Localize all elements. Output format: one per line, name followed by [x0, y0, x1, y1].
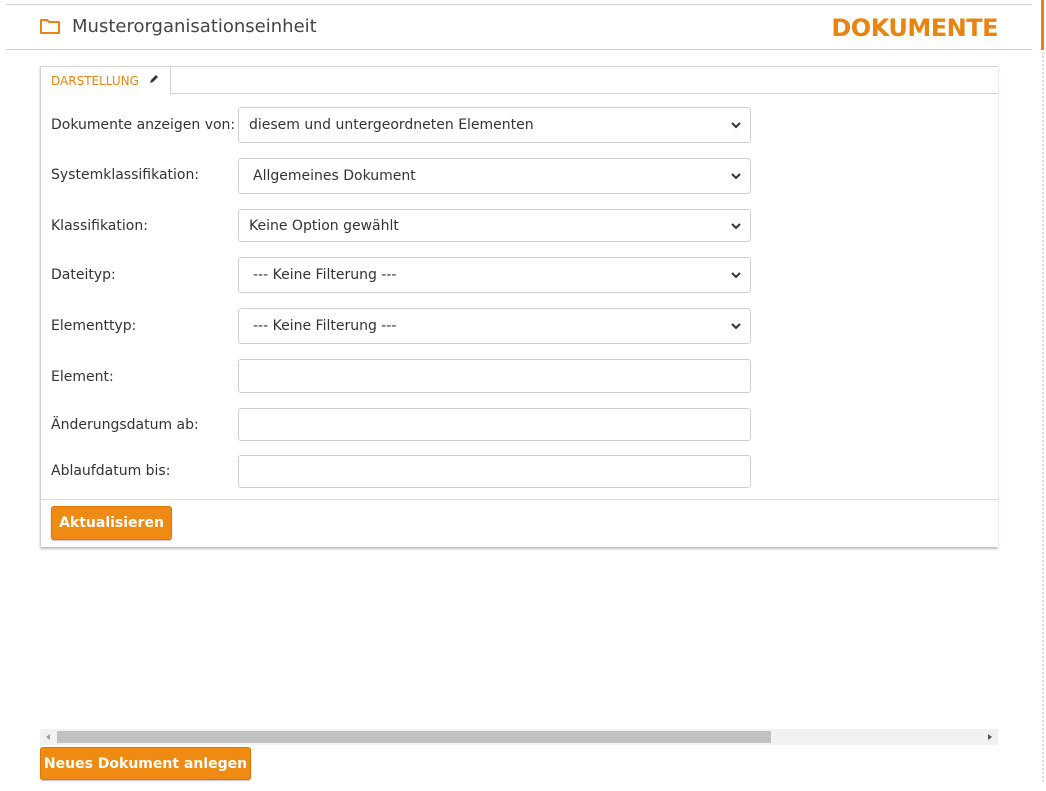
select-dateityp[interactable]: --- Keine Filterung ---	[238, 257, 751, 293]
label-systemklassifikation: Systemklassifikation:	[51, 167, 200, 183]
label-dateityp: Dateityp:	[51, 267, 116, 283]
page-title: DOKUMENTE	[831, 14, 998, 42]
right-rail-divider	[1042, 52, 1044, 782]
label-aenderungsdatum: Änderungsdatum ab:	[51, 417, 199, 433]
neues-dokument-button[interactable]: Neues Dokument anlegen	[40, 747, 251, 780]
select-value: diesem und untergeordneten Elementen	[249, 117, 534, 133]
panel-footer: Aktualisieren	[41, 499, 998, 547]
select-value: Allgemeines Dokument	[253, 168, 416, 184]
pencil-icon	[150, 75, 158, 83]
select-elementtyp[interactable]: --- Keine Filterung ---	[238, 308, 751, 344]
label-dokumente-anzeigen: Dokumente anzeigen von:	[51, 117, 236, 133]
scrollbar-thumb[interactable]	[57, 731, 771, 743]
tab-strip: DARSTELLUNG	[41, 67, 998, 95]
chevron-down-icon	[731, 122, 741, 129]
chevron-down-icon	[731, 173, 741, 180]
label-elementtyp: Elementtyp:	[51, 318, 137, 334]
chevron-down-icon	[731, 323, 741, 330]
scroll-right-arrow-icon[interactable]	[986, 733, 994, 741]
element-input[interactable]	[238, 359, 751, 393]
horizontal-scrollbar[interactable]	[40, 729, 998, 745]
filter-form: Dokumente anzeigen von: diesem und unter…	[41, 95, 998, 500]
org-unit-title: Musterorganisationseinheit	[72, 16, 317, 37]
tab-label: DARSTELLUNG	[51, 74, 139, 88]
label-ablaufdatum: Ablaufdatum bis:	[51, 463, 171, 479]
folder-icon	[40, 19, 60, 34]
select-klassifikation[interactable]: Keine Option gewählt	[238, 209, 751, 242]
label-element: Element:	[51, 369, 114, 385]
tab-darstellung[interactable]: DARSTELLUNG	[41, 67, 171, 95]
label-klassifikation: Klassifikation:	[51, 218, 148, 234]
aktualisieren-button[interactable]: Aktualisieren	[51, 506, 172, 540]
aenderungsdatum-input[interactable]	[238, 408, 751, 441]
select-value: --- Keine Filterung ---	[253, 267, 397, 283]
select-systemklassifikation[interactable]: Allgemeines Dokument	[238, 158, 751, 194]
ablaufdatum-input[interactable]	[238, 455, 751, 488]
select-value: --- Keine Filterung ---	[253, 318, 397, 334]
page-header: Musterorganisationseinheit DOKUMENTE	[6, 4, 1032, 50]
filter-panel: DARSTELLUNG Dokumente anzeigen von: dies…	[40, 66, 998, 547]
chevron-down-icon	[731, 272, 741, 279]
right-rail-accent	[1041, 0, 1044, 50]
scroll-left-arrow-icon[interactable]	[44, 733, 52, 741]
chevron-down-icon	[731, 223, 741, 230]
select-dokumente-anzeigen[interactable]: diesem und untergeordneten Elementen	[238, 107, 751, 143]
select-value: Keine Option gewählt	[249, 218, 399, 234]
